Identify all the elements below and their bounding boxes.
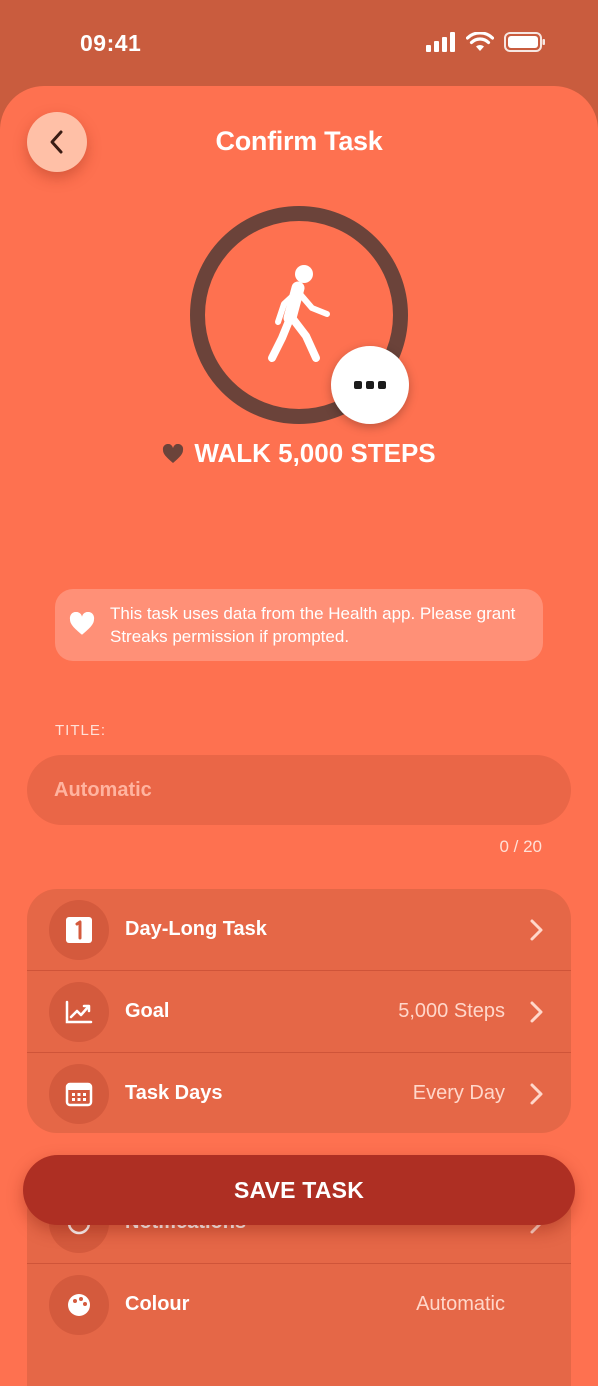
settings-row-value: Automatic [416,1293,505,1315]
day-long-task-icon [49,900,109,960]
title-char-counter: 0 / 20 [499,837,542,856]
more-options-button[interactable] [331,346,409,424]
task-name-text: WALK 5,000 STEPS [194,438,436,468]
heart-icon [69,612,95,635]
calendar-icon [49,1064,109,1124]
status-time: 09:41 [80,30,142,56]
battery-icon [504,32,545,52]
settings-row-goal[interactable]: Goal 5,000 Steps [27,970,571,1052]
title-input[interactable]: Automatic [27,755,571,825]
settings-row-label: Day-Long Task [125,918,267,940]
chevron-right-icon [530,1083,543,1105]
settings-row-task-days[interactable]: Task Days Every Day [27,1052,571,1133]
title-input-placeholder: Automatic [54,778,152,801]
chart-icon [49,982,109,1042]
health-info-banner: This task uses data from the Health app.… [55,589,543,661]
page-title: Confirm Task [215,126,383,156]
settings-row-value: 5,000 Steps [398,1000,505,1022]
status-icons [426,32,546,52]
chevron-right-icon [530,1001,543,1023]
title-field-label: TITLE: [55,722,107,739]
palette-icon [49,1275,109,1335]
walking-person-icon [268,265,330,362]
task-settings-list: Day-Long Task Goal 5,000 Steps Task Days… [27,889,571,1133]
wifi-icon [466,32,494,51]
settings-row-label: Goal [125,1000,170,1022]
health-info-text: This task uses data from the Health app.… [110,604,516,646]
task-name: WALK 5,000 STEPS [0,438,598,469]
settings-row-value: Every Day [412,1082,505,1104]
settings-row-label: Colour [125,1293,190,1315]
status-bar: 09:41 [0,0,598,88]
settings-row-day-long-task[interactable]: Day-Long Task [27,889,571,970]
heart-icon [163,443,184,463]
more-dot [354,381,362,389]
cellular-signal-icon [426,32,455,52]
more-dot [378,381,386,389]
settings-row-label: Task Days [125,1082,223,1104]
settings-row-colour[interactable]: Colour Automatic [27,1263,571,1345]
save-task-button[interactable]: SAVE TASK [23,1155,575,1225]
chevron-right-icon [530,919,543,941]
more-dot [366,381,374,389]
